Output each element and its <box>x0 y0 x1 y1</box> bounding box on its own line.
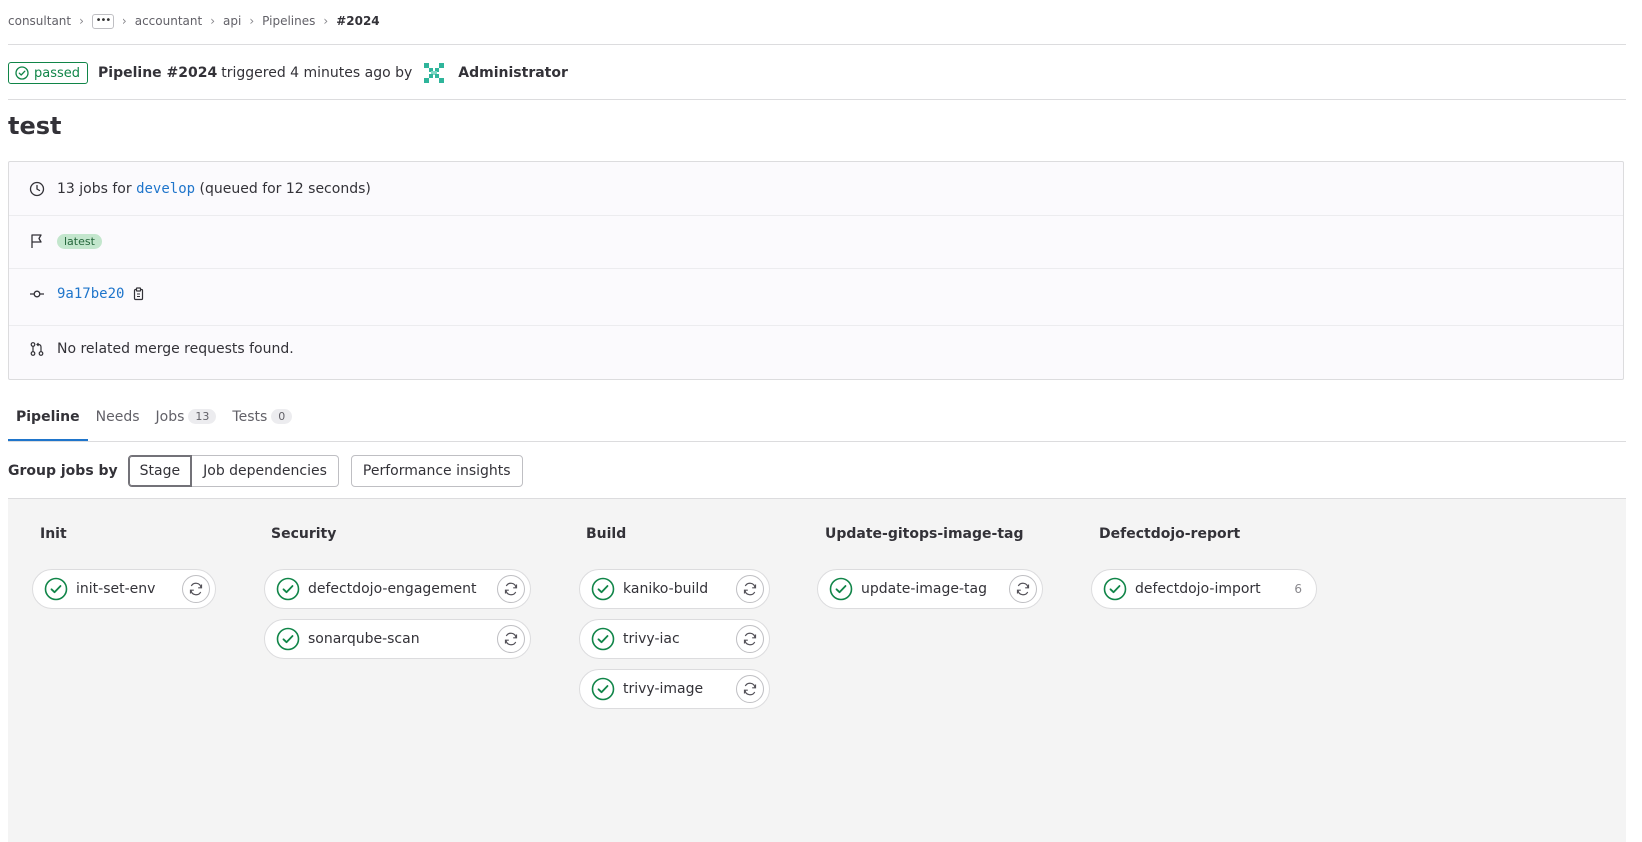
job-trivy-iac[interactable]: trivy-iac <box>579 619 770 659</box>
retry-icon[interactable] <box>182 575 210 603</box>
status-success-icon <box>276 627 300 651</box>
jobs-count-text: 13 jobs for <box>57 181 132 197</box>
pipeline-info-card: 13 jobs for develop (queued for 12 secon… <box>8 161 1624 380</box>
job-update-image-tag[interactable]: update-image-tag <box>817 569 1043 609</box>
group-jobs-by-control: Group jobs by Stage Job dependencies Per… <box>8 455 523 487</box>
group-by-job-dependencies-button[interactable]: Job dependencies <box>192 455 339 487</box>
group-jobs-by-label: Group jobs by <box>8 463 118 479</box>
group-by-stage-button[interactable]: Stage <box>127 455 193 487</box>
tab-tests[interactable]: Tests 0 <box>224 403 300 441</box>
stage-title-security: Security <box>271 526 337 542</box>
user-name-link[interactable]: Administrator <box>458 65 568 81</box>
tab-pipeline[interactable]: Pipeline <box>8 403 88 441</box>
job-trivy-image[interactable]: trivy-image <box>579 669 770 709</box>
group-by-segmented-control: Stage Job dependencies <box>127 455 339 487</box>
identicon-icon <box>424 63 445 83</box>
pipeline-id: Pipeline #2024 <box>98 65 218 81</box>
avatar[interactable] <box>422 61 446 85</box>
branch-link[interactable]: develop <box>136 181 195 197</box>
breadcrumb: consultant › ••• › accountant › api › Pi… <box>8 12 380 30</box>
jobs-info-row: 13 jobs for develop (queued for 12 secon… <box>9 178 1623 200</box>
stage-title-init: Init <box>40 526 67 542</box>
status-success-icon <box>591 627 615 651</box>
job-name: sonarqube-scan <box>308 631 420 647</box>
tab-count-badge: 13 <box>188 409 217 424</box>
job-name: update-image-tag <box>861 581 987 597</box>
tab-label: Pipeline <box>16 409 80 425</box>
job-name: trivy-image <box>623 681 704 697</box>
job-name: init-set-env <box>76 581 156 597</box>
divider <box>8 44 1626 45</box>
tags-row: latest <box>9 230 1623 252</box>
retry-icon[interactable] <box>497 625 525 653</box>
retry-icon[interactable] <box>736 675 764 703</box>
copy-icon[interactable] <box>132 287 146 301</box>
merge-request-icon <box>29 341 45 357</box>
divider <box>9 215 1623 216</box>
job-name: trivy-iac <box>623 631 680 647</box>
breadcrumb-item-consultant[interactable]: consultant <box>8 14 71 28</box>
status-success-icon <box>591 577 615 601</box>
latest-badge: latest <box>57 233 102 249</box>
divider <box>8 99 1626 100</box>
page-title: test <box>8 112 62 140</box>
breadcrumb-more-button[interactable]: ••• <box>91 13 114 29</box>
stage-title-defectdojo-report: Defectdojo-report <box>1099 526 1241 542</box>
job-sonarqube-scan[interactable]: sonarqube-scan <box>264 619 531 659</box>
pipeline-header: passed Pipeline #2024 triggered 4 minute… <box>8 61 572 85</box>
triggered-text: triggered 4 minutes ago by <box>221 65 413 81</box>
divider <box>9 325 1623 326</box>
tab-jobs[interactable]: Jobs 13 <box>148 403 225 441</box>
breadcrumb-item-accountant[interactable]: accountant <box>135 14 202 28</box>
chevron-right-icon: › <box>249 14 255 28</box>
tab-count-badge: 0 <box>271 409 293 424</box>
status-success-icon <box>1103 577 1127 601</box>
retry-icon[interactable] <box>1009 575 1037 603</box>
job-name: defectdojo-engagement <box>308 581 477 597</box>
job-name: defectdojo-import <box>1135 581 1261 597</box>
status-success-icon <box>829 577 853 601</box>
retry-icon[interactable] <box>736 625 764 653</box>
status-success-icon <box>591 677 615 701</box>
chevron-right-icon: › <box>121 14 127 28</box>
retry-icon[interactable] <box>736 575 764 603</box>
tab-label: Needs <box>95 409 140 425</box>
job-kaniko-build[interactable]: kaniko-build <box>579 569 770 609</box>
status-success-icon <box>276 577 300 601</box>
breadcrumb-item-pipelines[interactable]: Pipelines <box>262 14 315 28</box>
chevron-right-icon: › <box>79 14 84 28</box>
job-name: kaniko-build <box>623 581 709 597</box>
retry-icon[interactable] <box>497 575 525 603</box>
divider <box>8 441 1626 442</box>
job-group-defectdojo-import[interactable]: defectdojo-import 6 <box>1091 569 1317 609</box>
clock-icon <box>29 181 45 197</box>
pipeline-tabs: Pipeline Needs Jobs 13 Tests 0 <box>8 403 300 441</box>
performance-insights-button[interactable]: Performance insights <box>350 455 523 487</box>
job-init-set-env[interactable]: init-set-env <box>32 569 216 609</box>
breadcrumb-item-api[interactable]: api <box>223 14 241 28</box>
status-success-icon <box>44 577 68 601</box>
commit-row: 9a17be20 <box>9 283 1623 305</box>
status-badge-label: passed <box>34 65 81 81</box>
breadcrumb-current[interactable]: #2024 <box>336 14 379 28</box>
status-success-icon <box>15 66 29 80</box>
stage-title-build: Build <box>586 526 627 542</box>
status-badge[interactable]: passed <box>8 62 89 84</box>
tab-needs[interactable]: Needs <box>88 403 148 441</box>
chevron-right-icon: › <box>210 14 216 28</box>
commit-sha-link[interactable]: 9a17be20 <box>57 286 124 302</box>
stage-title-update-gitops-image-tag: Update-gitops-image-tag <box>825 526 1024 542</box>
flag-icon <box>29 233 45 249</box>
chevron-right-icon: › <box>323 14 329 28</box>
tab-label: Jobs <box>155 409 185 425</box>
merge-requests-text: No related merge requests found. <box>57 341 294 357</box>
job-defectdojo-engagement[interactable]: defectdojo-engagement <box>264 569 531 609</box>
job-group-count: 6 <box>1294 582 1302 596</box>
merge-requests-row: No related merge requests found. <box>9 338 1623 360</box>
divider <box>9 268 1623 269</box>
commit-icon <box>29 286 45 302</box>
tab-label: Tests <box>232 409 268 425</box>
pipeline-graph: Init init-set-env Security defectdojo-en… <box>8 498 1626 842</box>
queued-text: (queued for 12 seconds) <box>199 181 371 197</box>
